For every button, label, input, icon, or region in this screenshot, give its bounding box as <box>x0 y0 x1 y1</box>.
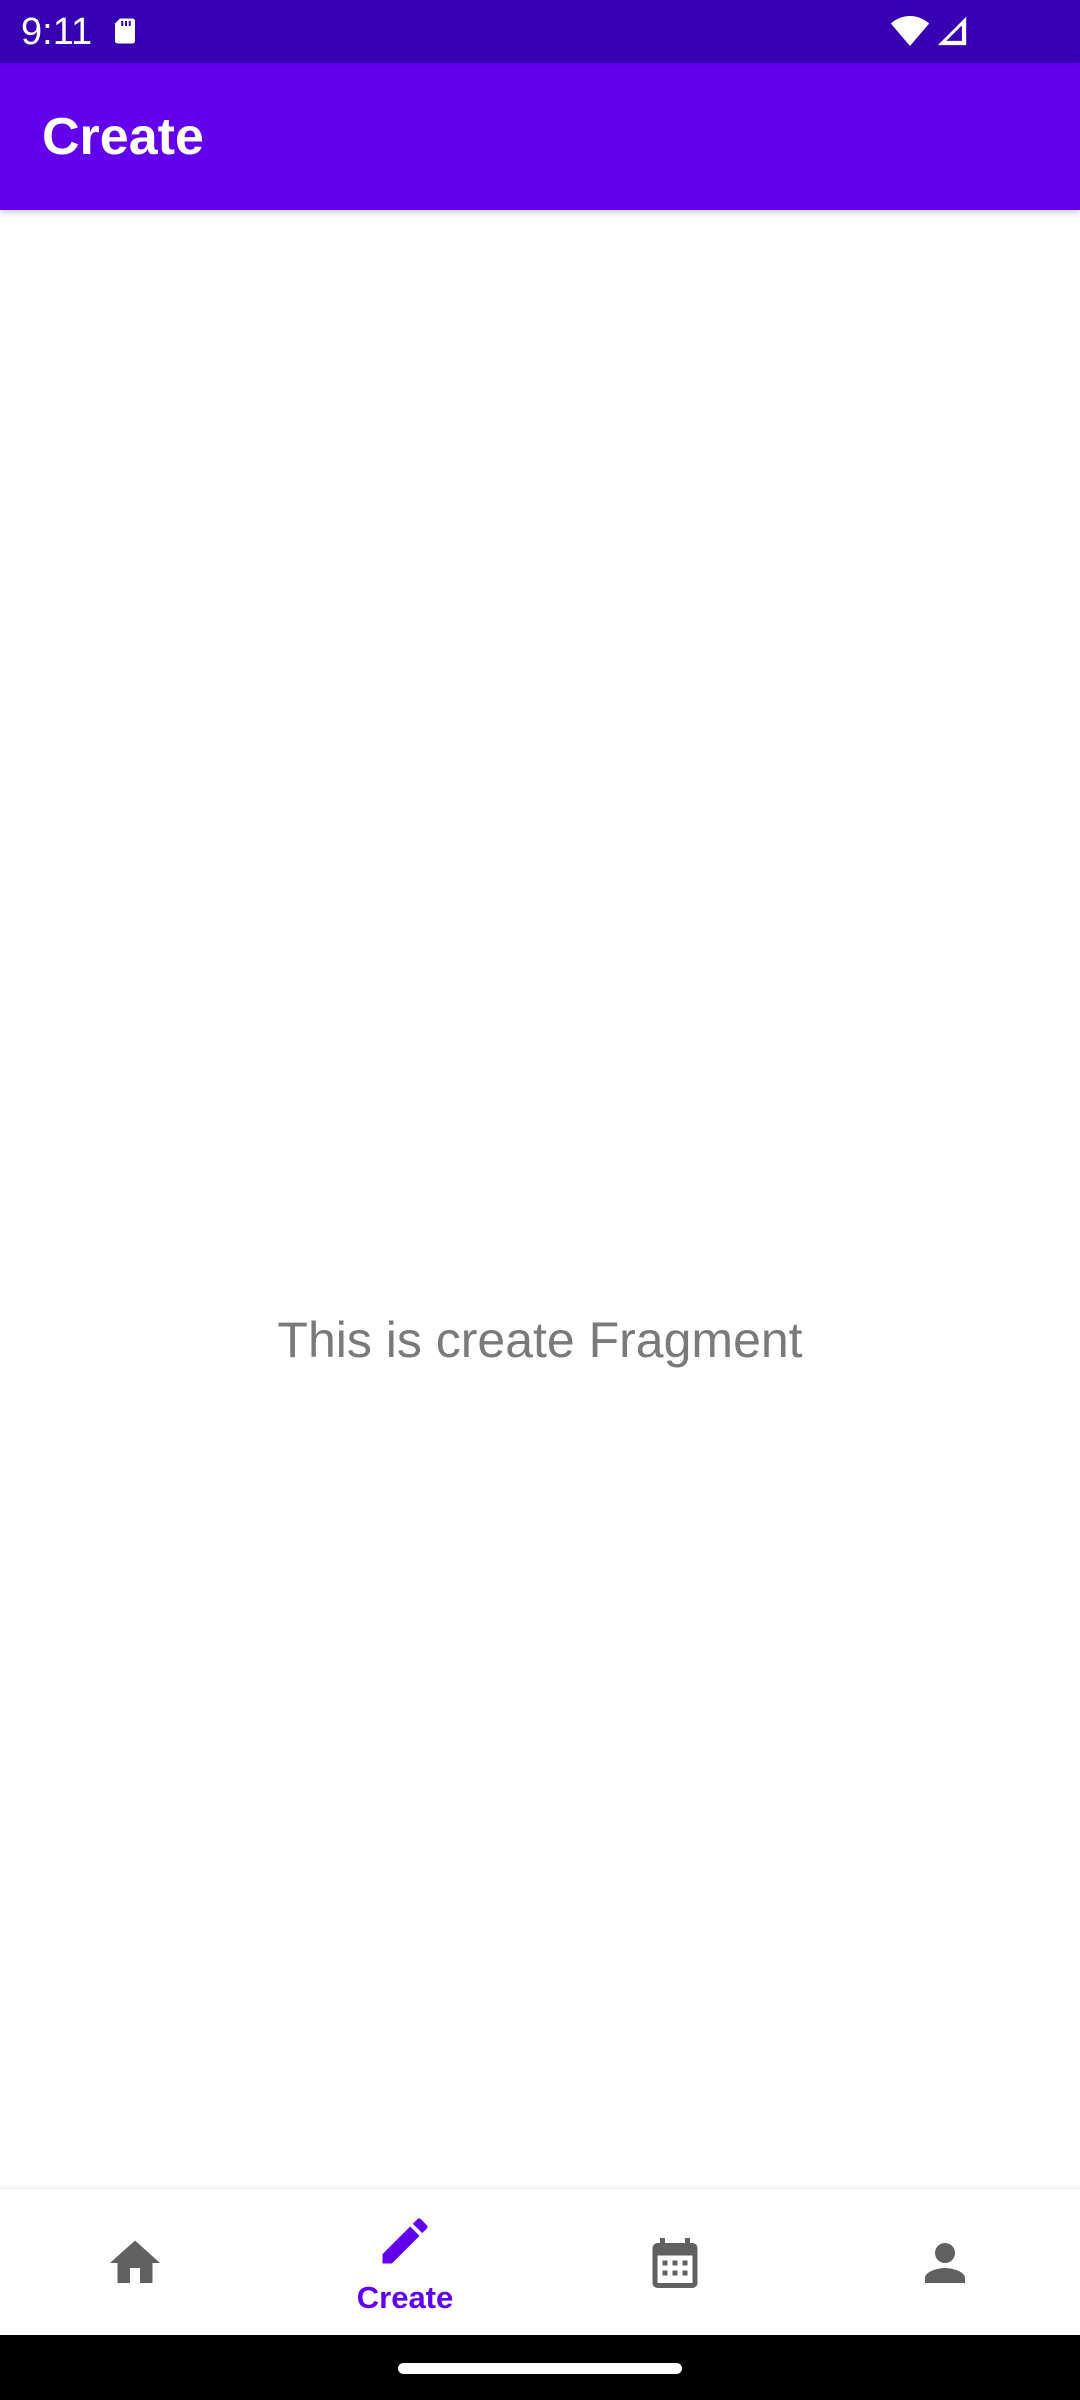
signal-icon <box>937 16 967 46</box>
person-icon <box>925 2243 965 2283</box>
app-bar-title: Create <box>42 108 204 166</box>
nav-item-home[interactable] <box>0 2189 270 2336</box>
wifi-icon <box>890 16 930 46</box>
fragment-message: This is create Fragment <box>277 1312 803 1368</box>
fragment-content: This is create Fragment <box>0 210 1080 2188</box>
nav-item-profile[interactable] <box>810 2189 1080 2336</box>
bottom-navigation: Create <box>0 2188 1080 2335</box>
nav-item-create[interactable]: Create <box>270 2189 540 2336</box>
status-bar: 9:11 <box>0 0 1080 63</box>
system-navigation-bar <box>0 2335 1080 2400</box>
nav-item-calendar[interactable] <box>540 2189 810 2336</box>
calendar-icon <box>652 2238 698 2288</box>
pencil-icon <box>382 2218 428 2264</box>
sd-card-icon <box>115 18 135 44</box>
home-gesture-handle[interactable] <box>398 2363 682 2374</box>
status-time: 9:11 <box>21 11 93 53</box>
app-bar: Create <box>0 63 1080 210</box>
home-icon <box>110 2240 160 2283</box>
screen: 9:11 Create This is create Fragment Crea… <box>0 0 1080 2400</box>
nav-item-create-label: Create <box>356 2280 454 2315</box>
